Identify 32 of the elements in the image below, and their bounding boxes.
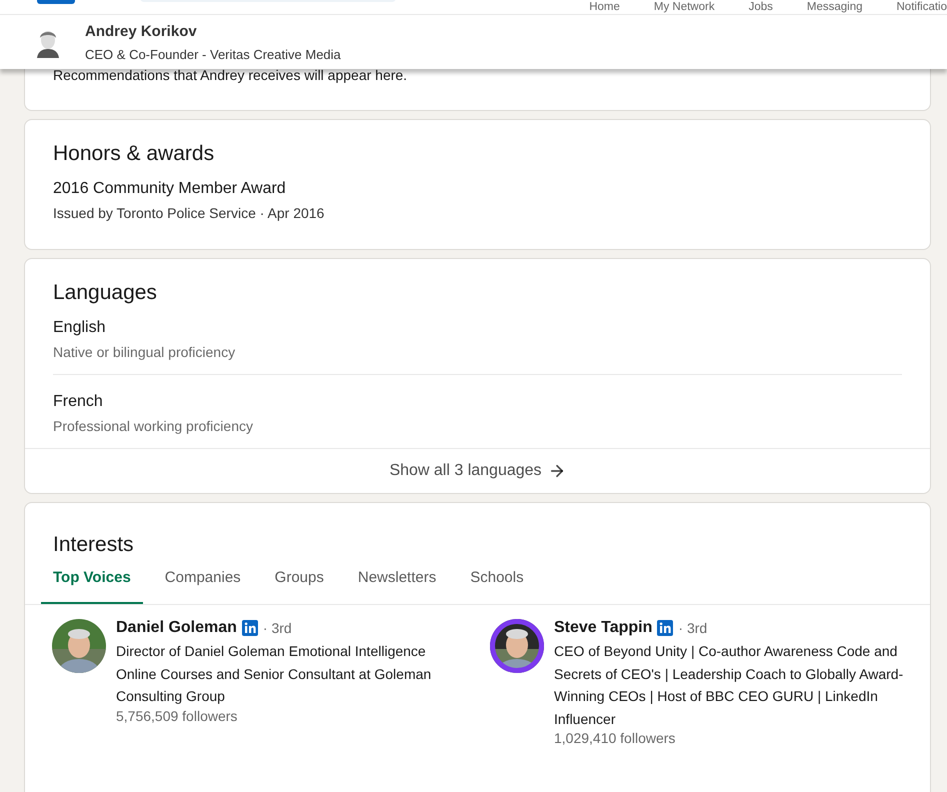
nav-item[interactable]: Jobs <box>748 1 773 14</box>
nav-item[interactable]: My Network <box>654 1 715 14</box>
tab[interactable]: Schools <box>458 559 536 604</box>
nav-item[interactable]: Messaging <box>806 1 862 14</box>
award-name: 2016 Community Member Award <box>53 180 287 198</box>
tab[interactable]: Companies <box>152 559 253 604</box>
brand-badge-icon <box>242 620 258 636</box>
tab[interactable]: Newsletters <box>346 559 448 604</box>
language-name: French <box>53 393 104 411</box>
person-name[interactable]: Steve Tappin <box>554 619 652 637</box>
person-headline: Director of Daniel Goleman Emotional Intelligence Online Courses and Senior Consultant at Goleman Consulting Group <box>116 642 432 706</box>
nav-item[interactable]: Home <box>589 1 620 14</box>
connection-degree: · 3rd <box>262 620 292 636</box>
profile-headline: CEO & Co-Founder - Veritas Creative Media <box>85 46 341 62</box>
connection-degree: · 3rd <box>678 620 708 636</box>
section-title: Interests <box>53 533 135 557</box>
person-headline: CEO of Beyond Unity | Co-author Awareness Code and Secrets of CEO's | Leadership Coach to Globally Award-Winning CEOs | Host of BBC CEO GURU | LinkedIn Influencer <box>554 642 904 728</box>
profile-name: Andrey Korikov <box>85 22 198 40</box>
language-proficiency: Professional working proficiency <box>53 418 254 434</box>
empty-message: Recommendations that Andrey receives will appear here. <box>53 67 408 83</box>
brand-badge-icon <box>657 620 674 636</box>
section-title: Honors & awards <box>53 142 216 166</box>
section-title: Languages <box>53 281 158 305</box>
award-issuer: Issued by Toronto Police Service · Apr 2016 <box>53 205 326 221</box>
follower-count: 5,756,509 followers <box>116 708 238 724</box>
tab[interactable]: Groups <box>262 559 336 604</box>
follower-count: 1,029,410 followers <box>554 730 676 746</box>
tab[interactable]: Top Voices <box>41 559 143 604</box>
person-name[interactable]: Daniel Goleman <box>116 619 237 637</box>
nav-item[interactable]: Notificatio <box>896 1 947 14</box>
language-proficiency: Native or bilingual proficiency <box>53 344 236 360</box>
language-name: English <box>53 319 106 337</box>
